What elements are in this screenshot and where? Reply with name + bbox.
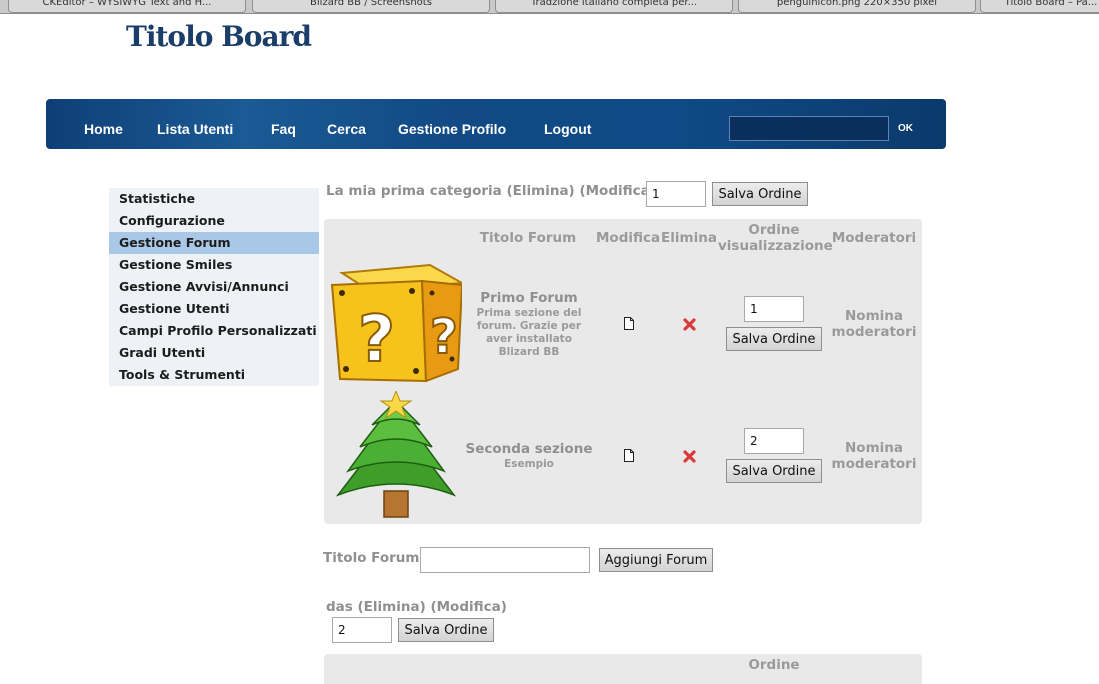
svg-text:?: ? <box>430 309 458 365</box>
forum-desc-line: Prima sezione del <box>476 307 582 319</box>
moderatori-line: moderatori <box>831 456 917 472</box>
add-forum-title-input[interactable] <box>420 547 590 573</box>
svg-text:?: ? <box>358 303 395 377</box>
forum-table: Ordine <box>324 654 922 684</box>
nav-cerca[interactable]: Cerca <box>327 121 366 137</box>
sidebar-item-gradi-utenti[interactable]: Gradi Utenti <box>109 342 319 364</box>
nav-lista-utenti[interactable]: Lista Utenti <box>157 121 233 137</box>
forum-title-link[interactable]: Seconda sezione <box>464 441 594 457</box>
forum-desc-line: Esempio <box>504 458 554 470</box>
forum-desc-line: forum. Grazie per <box>476 320 582 332</box>
edit-document-icon[interactable] <box>623 317 635 330</box>
sidebar-item-campi-profilo[interactable]: Campi Profilo Personalizzati <box>109 320 319 342</box>
category-order-input[interactable] <box>646 181 706 207</box>
header-ordine: Ordine visualizzazione <box>718 222 833 254</box>
nomina-moderatori-link[interactable]: Nomina moderatori <box>826 440 922 472</box>
delete-x-icon[interactable] <box>683 318 696 331</box>
sidebar-item-gestione-utenti[interactable]: Gestione Utenti <box>109 298 319 320</box>
browser-tab[interactable]: Blizard BB / Screenshots <box>252 0 490 13</box>
main-navbar: Home Lista Utenti Faq Cerca Gestione Pro… <box>46 99 946 149</box>
browser-tab-strip: CKEditor – WYSIWYG Text and H... Blizard… <box>0 0 1099 14</box>
sidebar-item-gestione-smiles[interactable]: Gestione Smiles <box>109 254 319 276</box>
category-save-order-button[interactable]: Salva Ordine <box>712 182 808 206</box>
admin-sidebar: Statistiche Configurazione Gestione Foru… <box>109 188 319 386</box>
category-name: La mia prima categoria <box>326 183 502 199</box>
moderatori-line: Nomina <box>845 308 903 324</box>
category-delete-link[interactable]: (Elimina) <box>358 599 426 615</box>
header-elimina: Elimina <box>661 230 717 246</box>
category-header: La mia prima categoria (Elimina) (Modifi… <box>326 183 656 199</box>
sidebar-item-gestione-forum[interactable]: Gestione Forum <box>109 232 319 254</box>
header-moderatori: Moderatori <box>831 230 917 246</box>
search-input[interactable] <box>729 116 889 141</box>
header-ordine: Ordine <box>748 657 800 673</box>
forum-desc-line: Blizard BB <box>498 346 560 358</box>
moderatori-line: moderatori <box>831 324 917 340</box>
category-edit-link[interactable]: (Modifica) <box>579 183 655 199</box>
browser-tab[interactable]: Titolo Board – Pa... <box>980 0 1099 13</box>
category-edit-link[interactable]: (Modifica) <box>430 599 506 615</box>
forum-order-input[interactable] <box>744 296 804 322</box>
add-forum-button[interactable]: Aggiungi Forum <box>599 548 713 572</box>
header-ordine-line2: visualizzazione <box>718 238 833 254</box>
nav-faq[interactable]: Faq <box>271 121 296 137</box>
forum-order-input[interactable] <box>744 428 804 454</box>
board-title[interactable]: Titolo Board <box>126 20 312 53</box>
nomina-moderatori-link[interactable]: Nomina moderatori <box>826 308 922 340</box>
moderatori-line: Nomina <box>845 440 903 456</box>
header-ordine-line1: Ordine <box>748 222 800 238</box>
category-name: das <box>326 599 353 615</box>
forum-desc-line: aver installato <box>486 333 572 345</box>
category-save-order-button[interactable]: Salva Ordine <box>398 618 494 642</box>
forum-title-link[interactable]: Primo Forum <box>464 290 594 306</box>
browser-tab[interactable]: penguinicon.png 220×350 pixel <box>738 0 976 13</box>
category-header: das (Elimina) (Modifica) <box>326 599 507 615</box>
delete-x-icon[interactable] <box>683 450 696 463</box>
nav-home[interactable]: Home <box>84 121 123 137</box>
browser-tab[interactable]: CKEditor – WYSIWYG Text and H... <box>8 0 246 13</box>
sidebar-item-gestione-avvisi[interactable]: Gestione Avvisi/Annunci <box>109 276 319 298</box>
forum-save-order-button[interactable]: Salva Ordine <box>726 327 822 351</box>
sidebar-item-configurazione[interactable]: Configurazione <box>109 210 319 232</box>
christmas-tree-icon <box>335 391 457 518</box>
header-titolo-forum: Titolo Forum <box>479 230 577 246</box>
edit-document-icon[interactable] <box>623 449 635 462</box>
nav-logout[interactable]: Logout <box>544 121 591 137</box>
sidebar-item-statistiche[interactable]: Statistiche <box>109 188 319 210</box>
forum-description: Prima sezione del forum. Grazie per aver… <box>464 307 594 359</box>
category-delete-link[interactable]: (Elimina) <box>507 183 575 199</box>
forum-description: Esempio <box>464 458 594 471</box>
forum-table: Titolo Forum Modifica Elimina Ordine vis… <box>324 219 922 524</box>
question-block-icon: ? ? <box>330 263 462 383</box>
browser-tab[interactable]: Tradzione italiano completa per... <box>495 0 733 13</box>
search-ok-button[interactable]: OK <box>898 123 913 134</box>
forum-save-order-button[interactable]: Salva Ordine <box>726 459 822 483</box>
nav-gestione-profilo[interactable]: Gestione Profilo <box>398 121 506 137</box>
category-order-input[interactable] <box>332 617 392 643</box>
header-modifica: Modifica <box>596 230 661 246</box>
sidebar-item-tools[interactable]: Tools & Strumenti <box>109 364 319 386</box>
add-forum-label: Titolo Forum <box>323 550 420 566</box>
